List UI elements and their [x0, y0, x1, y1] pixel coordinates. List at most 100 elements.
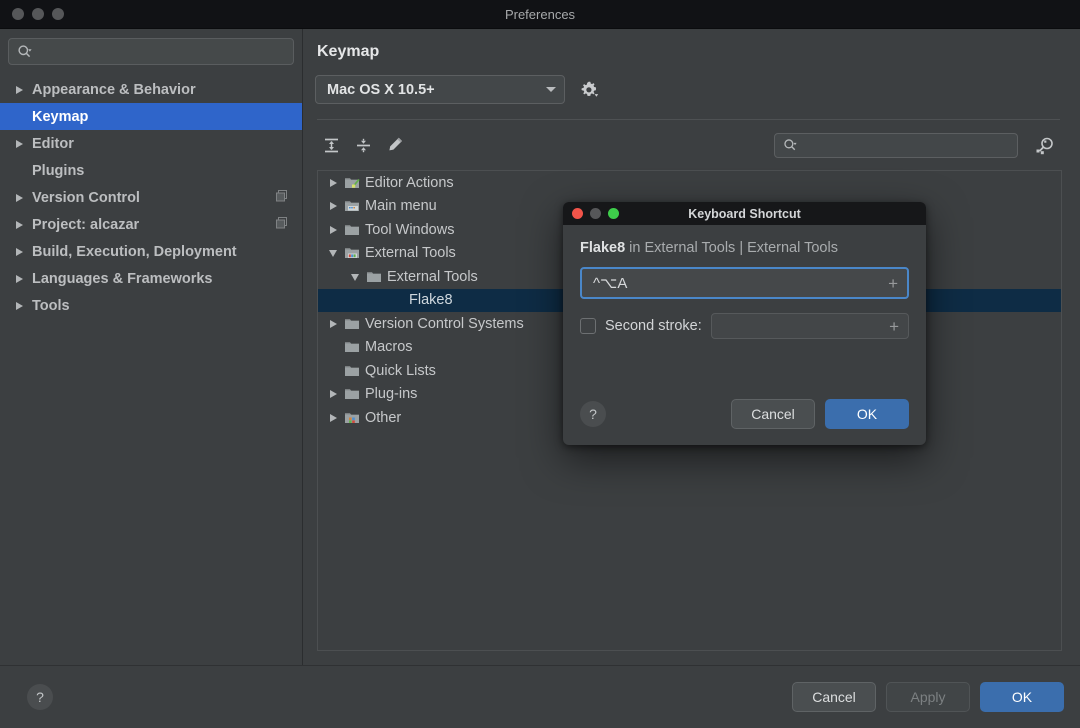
add-shortcut-icon[interactable]: +	[888, 275, 898, 292]
chevron-right-icon[interactable]	[14, 139, 30, 149]
project-scope-icon	[276, 189, 288, 206]
sidebar-item-project-alcazar[interactable]: Project: alcazar	[0, 211, 302, 238]
folder-icon	[342, 363, 362, 379]
dialog-subject: Flake8 in External Tools | External Tool…	[580, 240, 909, 256]
sidebar-item-editor[interactable]: Editor	[0, 130, 302, 157]
settings-category-list: Appearance & Behavior Keymap Editor Plugins…	[0, 73, 302, 319]
tree-row[interactable]: Editor Actions	[318, 171, 1061, 195]
settings-sidebar: Appearance & Behavior Keymap Editor Plugins…	[0, 29, 303, 665]
chevron-right-icon[interactable]	[324, 413, 342, 423]
keymap-toolbar	[315, 129, 1062, 161]
add-second-stroke-icon[interactable]: +	[889, 318, 899, 335]
collapse-all-button[interactable]	[347, 130, 379, 160]
chevron-right-icon[interactable]	[14, 193, 30, 203]
search-icon	[17, 44, 32, 59]
window-title: Preferences	[504, 6, 576, 22]
folder-icon	[342, 339, 362, 355]
second-stroke-label: Second stroke:	[605, 318, 702, 334]
keymap-search-box[interactable]	[774, 132, 1018, 158]
dialog-ok-button[interactable]: OK	[825, 399, 909, 429]
chevron-right-icon[interactable]	[324, 225, 342, 235]
tree-row-label: Editor Actions	[365, 174, 454, 191]
folder-icon	[342, 222, 362, 238]
keymap-search-input[interactable]	[797, 136, 1017, 154]
second-stroke-row: Second stroke: +	[580, 313, 909, 339]
apply-button[interactable]: Apply	[886, 682, 970, 712]
sidebar-item-label: Plugins	[32, 162, 85, 179]
tree-row-label: Tool Windows	[365, 221, 455, 238]
gear-icon[interactable]	[579, 80, 599, 100]
chevron-right-icon[interactable]	[14, 301, 30, 311]
tree-row-label: Quick Lists	[365, 362, 436, 379]
dialog-body: Flake8 in External Tools | External Tool…	[563, 225, 926, 339]
keyboard-shortcut-dialog: Keyboard Shortcut Flake8 in External Too…	[563, 202, 926, 445]
chevron-down-icon[interactable]	[324, 248, 342, 258]
sidebar-item-label: Keymap	[32, 108, 89, 125]
chevron-right-icon[interactable]	[324, 389, 342, 399]
sidebar-search-container	[0, 29, 302, 73]
sidebar-item-languages-frameworks[interactable]: Languages & Frameworks	[0, 265, 302, 292]
chevron-right-icon[interactable]	[324, 178, 342, 188]
sidebar-item-appearance-behavior[interactable]: Appearance & Behavior	[0, 76, 302, 103]
expand-all-button[interactable]	[315, 130, 347, 160]
tree-row-label: Main menu	[365, 198, 437, 215]
cancel-button[interactable]: Cancel	[792, 682, 876, 712]
folder-editor-icon	[342, 175, 362, 191]
second-stroke-checkbox[interactable]	[580, 318, 596, 334]
tree-row-label: External Tools	[387, 268, 478, 285]
tree-row-label: Other	[365, 409, 402, 426]
chevron-right-icon[interactable]	[14, 274, 30, 284]
sidebar-item-build-execution-deployment[interactable]: Build, Execution, Deployment	[0, 238, 302, 265]
sidebar-item-keymap[interactable]: Keymap	[0, 103, 302, 130]
sidebar-item-label: Appearance & Behavior	[32, 81, 196, 98]
shortcut-input[interactable]: ^⌥A +	[580, 267, 909, 299]
sidebar-item-label: Project: alcazar	[32, 216, 140, 233]
window-titlebar: Preferences	[0, 0, 1080, 29]
keymap-selector-row: Mac OS X 10.5+	[315, 75, 1062, 104]
chevron-right-icon[interactable]	[14, 220, 30, 230]
sidebar-item-label: Build, Execution, Deployment	[32, 243, 237, 260]
keymap-dropdown[interactable]: Mac OS X 10.5+	[315, 75, 565, 104]
sidebar-item-label: Languages & Frameworks	[32, 270, 213, 287]
dialog-help-button[interactable]: ?	[580, 401, 606, 427]
sidebar-item-label: Tools	[32, 297, 70, 314]
chevron-down-icon[interactable]	[346, 272, 364, 282]
sidebar-item-version-control[interactable]: Version Control	[0, 184, 302, 211]
chevron-right-icon[interactable]	[324, 201, 342, 211]
tree-row-label: Version Control Systems	[365, 315, 524, 332]
chevron-right-icon[interactable]	[324, 319, 342, 329]
section-divider	[317, 119, 1060, 120]
chevron-right-icon[interactable]	[14, 247, 30, 257]
folder-tools-icon	[342, 245, 362, 261]
dialog-cancel-button[interactable]: Cancel	[731, 399, 815, 429]
folder-other-icon	[342, 410, 362, 426]
preferences-footer: ? Cancel Apply OK	[0, 665, 1080, 728]
dialog-subject-name: Flake8	[580, 240, 626, 256]
page-title: Keymap	[317, 43, 380, 60]
sidebar-search-box[interactable]	[8, 38, 294, 65]
dialog-titlebar: Keyboard Shortcut	[563, 202, 926, 225]
find-by-shortcut-icon[interactable]	[1032, 132, 1058, 158]
second-stroke-input[interactable]: +	[710, 313, 909, 339]
tree-row-label: Flake8	[409, 292, 453, 309]
chevron-right-icon[interactable]	[14, 85, 30, 95]
project-scope-icon	[276, 216, 288, 233]
sidebar-search-input[interactable]	[32, 43, 293, 60]
folder-icon	[342, 386, 362, 402]
sidebar-item-plugins[interactable]: Plugins	[0, 157, 302, 184]
edit-shortcut-button[interactable]	[379, 130, 411, 160]
chevron-down-icon	[546, 87, 556, 92]
sidebar-item-tools[interactable]: Tools	[0, 292, 302, 319]
sidebar-item-label: Editor	[32, 135, 74, 152]
folder-menu-icon	[342, 198, 362, 214]
dialog-subject-rest: in External Tools | External Tools	[625, 240, 838, 256]
ok-button[interactable]: OK	[980, 682, 1064, 712]
dialog-footer: ? Cancel OK	[563, 383, 926, 445]
folder-icon	[364, 269, 384, 285]
tree-row-label: Macros	[365, 339, 413, 356]
dialog-title: Keyboard Shortcut	[688, 206, 801, 221]
search-icon	[783, 138, 797, 152]
tree-row-label: Plug-ins	[365, 386, 418, 403]
help-button[interactable]: ?	[27, 684, 53, 710]
shortcut-value: ^⌥A	[593, 275, 628, 292]
